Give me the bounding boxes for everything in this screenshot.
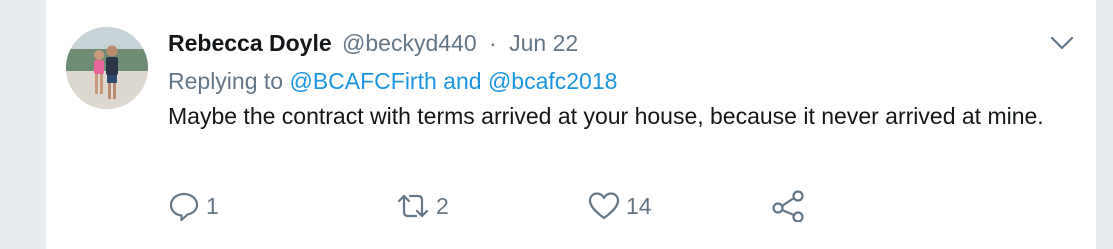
tweet-date[interactable]: Jun 22 <box>509 30 578 56</box>
like-button[interactable]: 14 <box>588 186 652 226</box>
replying-to: Replying to @BCAFCFirth and @bcafc2018 <box>168 66 1066 96</box>
tweet-text: Maybe the contract with terms arrived at… <box>168 103 1044 129</box>
like-count: 14 <box>626 192 652 219</box>
reply-button[interactable]: 1 <box>168 186 219 226</box>
mention-joiner[interactable]: and <box>443 68 481 94</box>
reply-icon <box>169 192 199 222</box>
author-handle[interactable]: @beckyd440 <box>342 30 477 56</box>
retweet-count: 2 <box>436 192 449 219</box>
mention-link-bcafcfirth[interactable]: @BCAFCFirth <box>289 68 436 94</box>
more-options-button[interactable] <box>1050 35 1074 51</box>
author-name[interactable]: Rebecca Doyle <box>168 30 332 56</box>
avatar-photo <box>66 27 148 109</box>
separator-dot: · <box>489 30 497 56</box>
chevron-down-icon <box>1050 36 1074 50</box>
share-button[interactable] <box>771 186 805 226</box>
tweet-actions: 1 2 14 <box>168 186 868 226</box>
retweet-icon <box>397 194 429 218</box>
retweet-button[interactable]: 2 <box>396 186 449 226</box>
heart-icon <box>588 192 620 220</box>
reply-count: 1 <box>206 192 219 219</box>
avatar[interactable] <box>66 27 148 109</box>
share-icon <box>772 190 804 222</box>
replying-prefix: Replying to <box>168 68 284 94</box>
tweet-card[interactable]: Rebecca Doyle @beckyd440 · Jun 22 Replyi… <box>46 0 1096 249</box>
tweet-header: Rebecca Doyle @beckyd440 · Jun 22 <box>168 28 1066 58</box>
mention-link-bcafc2018[interactable]: @bcafc2018 <box>488 68 618 94</box>
tweet-content: Rebecca Doyle @beckyd440 · Jun 22 Replyi… <box>168 28 1066 133</box>
